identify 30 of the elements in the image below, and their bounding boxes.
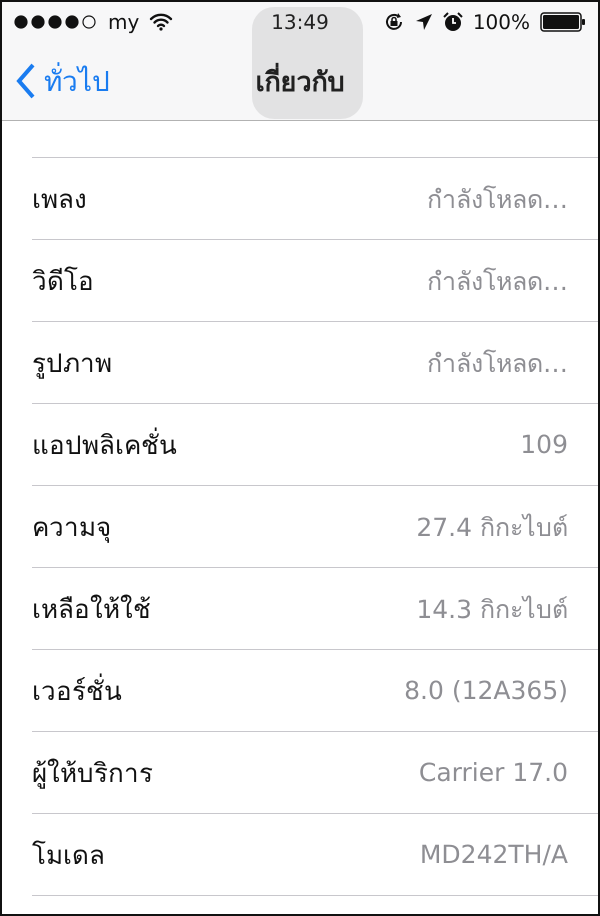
back-button[interactable]: ทั่วไป xyxy=(16,59,110,103)
row-label: เหลือให้ใช้ xyxy=(32,594,151,627)
row-label: เพลง xyxy=(32,184,87,217)
row-value: 109 xyxy=(520,430,568,459)
assistive-touch-button[interactable] xyxy=(252,7,363,119)
row-value: กำลังโหลด… xyxy=(427,184,568,216)
row-label: แอปพลิเคชั่น xyxy=(32,424,177,465)
alarm-clock-icon xyxy=(442,12,463,32)
battery-percent: 100% xyxy=(472,10,530,34)
row-value: กำลังโหลด… xyxy=(427,348,568,380)
wifi-icon xyxy=(149,13,174,31)
row-label: โมเดล xyxy=(32,840,105,873)
row-label: วิดีโอ xyxy=(32,266,94,299)
row-value: 14.3 กิกะไบต์ xyxy=(416,594,568,626)
row-label: รูปภาพ xyxy=(32,348,112,381)
row-value: Carrier 17.0 xyxy=(418,758,568,787)
row-value: กำลังโหลด… xyxy=(427,266,568,298)
battery-icon xyxy=(540,12,586,32)
signal-icon xyxy=(14,15,98,29)
row-value: 8.0 (12A365) xyxy=(404,676,568,705)
row-value: 27.4 กิกะไบต์ xyxy=(416,512,568,544)
page-title: เกี่ยวกับ xyxy=(256,60,344,102)
row-value: MD242TH/A xyxy=(420,840,568,869)
chevron-left-icon xyxy=(16,63,36,99)
location-arrow-icon xyxy=(414,13,433,31)
status-time: 13:49 xyxy=(271,10,329,34)
row-label: เวอร์ชั่น xyxy=(32,670,122,711)
row-label: ผู้ให้บริการ xyxy=(32,758,153,791)
row-label: ความจุ xyxy=(32,512,111,545)
carrier-name: my xyxy=(108,10,140,34)
